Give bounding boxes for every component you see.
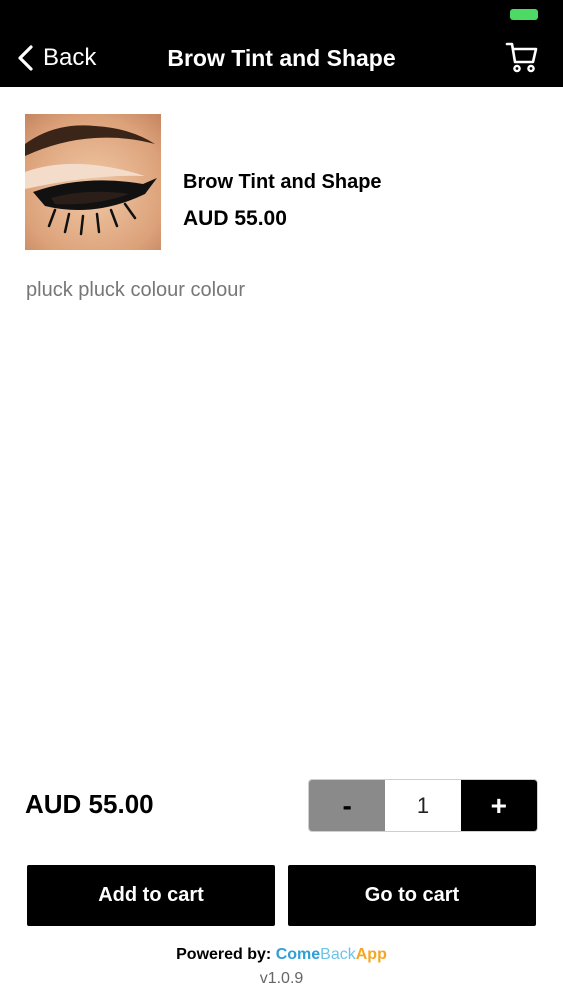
eye-makeup-image [25, 114, 161, 250]
product-description: pluck pluck colour colour [26, 279, 245, 301]
navigation-bar: Back Brow Tint and Shape [0, 30, 563, 87]
back-label: Back [43, 44, 97, 71]
app-version: v1.0.9 [259, 970, 304, 987]
brand-part-come: Come [275, 946, 321, 963]
product-price: AUD 55.00 [183, 207, 287, 230]
increase-quantity-button[interactable]: + [460, 780, 537, 831]
page-title: Brow Tint and Shape [167, 45, 396, 71]
brand-part-back: Back [320, 946, 356, 963]
chevron-left-icon [18, 45, 33, 71]
add-to-cart-button[interactable]: Add to cart [27, 865, 275, 926]
brand-logo[interactable]: ComeBackApp [276, 946, 387, 963]
quantity-value[interactable]: 1 [385, 780, 461, 831]
back-button[interactable]: Back [16, 42, 96, 74]
cart-button[interactable] [505, 40, 539, 74]
brand-part-app: App [355, 946, 387, 963]
battery-icon [510, 9, 538, 20]
powered-by: Powered by: ComeBackApp [0, 946, 563, 964]
product-image [25, 114, 161, 250]
decrease-quantity-button[interactable]: - [309, 780, 386, 831]
powered-by-label: Powered by: [176, 946, 272, 963]
go-to-cart-button[interactable]: Go to cart [288, 865, 536, 926]
total-price: AUD 55.00 [25, 789, 154, 819]
quantity-stepper: - 1 + [308, 779, 538, 832]
cart-icon [505, 42, 538, 73]
product-name: Brow Tint and Shape [183, 171, 382, 193]
top-bar: Back Brow Tint and Shape [0, 0, 563, 87]
